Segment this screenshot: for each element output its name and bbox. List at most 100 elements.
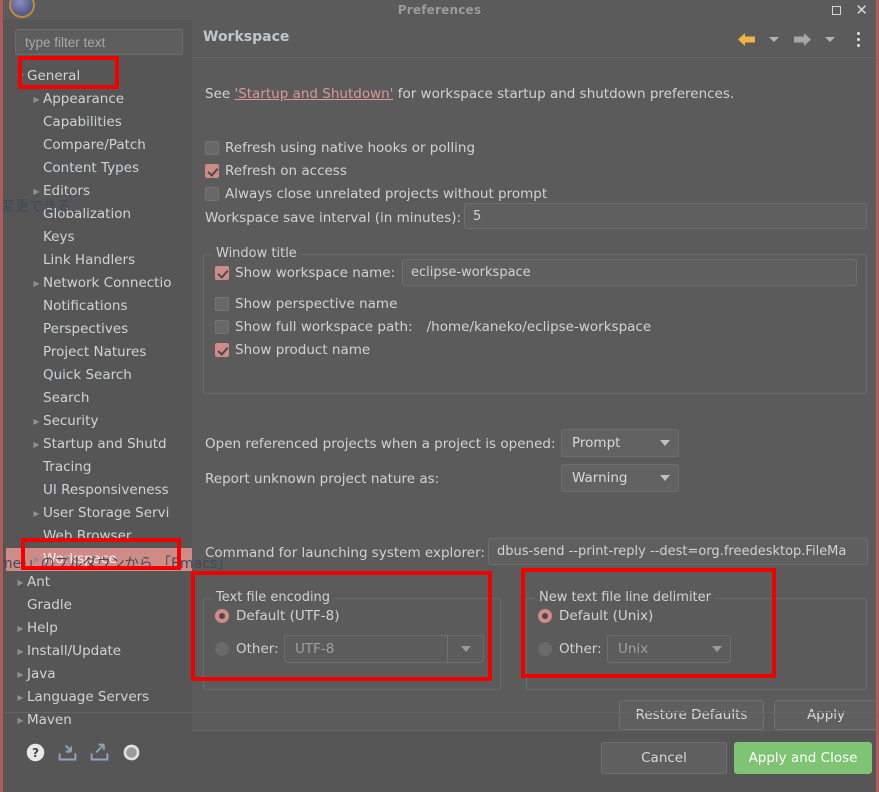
checkbox-label: Show full workspace path:: [235, 319, 413, 335]
workspace-name-input[interactable]: eclipse-workspace: [402, 259, 857, 286]
system-explorer-input[interactable]: dbus-send --print-reply --dest=org.freed…: [488, 538, 868, 565]
chevron-right-icon[interactable]: ▶: [14, 686, 27, 709]
sidebar-item-java[interactable]: ▶ Java: [6, 663, 192, 686]
sidebar-item-content-types[interactable]: ▶Content Types: [6, 157, 192, 180]
checkbox-box[interactable]: [205, 187, 219, 201]
chevron-down-icon[interactable]: [447, 636, 483, 662]
sidebar-item-label: UI Responsiveness: [43, 482, 169, 498]
content-header: Workspace: [192, 20, 876, 58]
encoding-other-dropdown[interactable]: UTF-8: [284, 635, 484, 663]
no-chevron-icon: ▶: [30, 479, 43, 502]
radio-delimiter-other[interactable]: Other:: [538, 641, 602, 657]
report-nature-dropdown[interactable]: Warning: [561, 464, 679, 492]
sidebar-item-label: Keys: [43, 229, 75, 245]
sidebar-item-link-handlers[interactable]: ▶Link Handlers: [6, 249, 192, 272]
chevron-down-icon: [660, 440, 670, 446]
chevron-right-icon[interactable]: ▶: [14, 663, 27, 686]
no-chevron-icon: ▶: [30, 341, 43, 364]
sidebar-item-general[interactable]: ▼ General: [6, 65, 192, 88]
sidebar-item-ant[interactable]: ▶ Ant: [6, 571, 192, 594]
sidebar-item-language-servers[interactable]: ▶ Language Servers: [6, 686, 192, 709]
sidebar-item-perspectives[interactable]: ▶Perspectives: [6, 318, 192, 341]
forward-chevron-down-icon[interactable]: [817, 27, 843, 51]
chevron-right-icon[interactable]: ▶: [30, 410, 43, 433]
radio-button[interactable]: [538, 642, 552, 656]
sidebar-item-label: Gradle: [27, 597, 72, 613]
back-chevron-down-icon[interactable]: [761, 27, 787, 51]
import-icon[interactable]: [57, 742, 78, 763]
sidebar-item-capabilities[interactable]: ▶Capabilities: [6, 111, 192, 134]
sidebar-item-label: Search: [43, 390, 90, 406]
maximize-icon[interactable]: [832, 5, 842, 15]
content-body: See 'Startup and Shutdown' for workspace…: [192, 58, 876, 730]
checkbox-always-close-unrelated[interactable]: Always close unrelated projects without …: [205, 186, 547, 202]
checkbox-refresh-native-hooks[interactable]: Refresh using native hooks or polling: [205, 140, 475, 156]
checkbox-box[interactable]: [215, 266, 229, 280]
cancel-button[interactable]: Cancel: [601, 742, 727, 774]
checkbox-show-workspace-name[interactable]: Show workspace name:: [215, 265, 395, 281]
startup-shutdown-link[interactable]: 'Startup and Shutdown': [234, 86, 393, 102]
preferences-dialog: Preferences ✕ ▼General▶Appearance▶Capabi…: [0, 0, 879, 792]
chevron-right-icon[interactable]: ▶: [14, 640, 27, 663]
apply-and-close-button[interactable]: Apply and Close: [734, 742, 872, 774]
chevron-right-icon[interactable]: ▶: [30, 433, 43, 456]
delimiter-other-dropdown[interactable]: Unix: [607, 635, 731, 663]
restore-defaults-button[interactable]: Restore Defaults: [619, 700, 764, 730]
checkbox-box[interactable]: [215, 343, 229, 357]
close-icon[interactable]: ✕: [855, 2, 868, 18]
checkbox-refresh-on-access[interactable]: Refresh on access: [205, 163, 347, 179]
sidebar-item-label: Network Connectio: [43, 275, 172, 291]
radio-encoding-default[interactable]: Default (UTF-8): [215, 608, 340, 624]
chevron-right-icon[interactable]: ▶: [30, 272, 43, 295]
kebab-menu-icon[interactable]: [845, 27, 871, 51]
sidebar-item-help[interactable]: ▶ Help: [6, 617, 192, 640]
radio-button[interactable]: [538, 609, 552, 623]
radio-button[interactable]: [215, 642, 229, 656]
sidebar-item-network-connectio[interactable]: ▶ Network Connectio: [6, 272, 192, 295]
save-interval-input[interactable]: 5: [464, 203, 867, 229]
chevron-right-icon[interactable]: ▶: [30, 502, 43, 525]
window-controls: ✕: [832, 0, 868, 20]
sidebar-item-keys[interactable]: ▶Keys: [6, 226, 192, 249]
sidebar-item-user-storage-servi[interactable]: ▶ User Storage Servi: [6, 502, 192, 525]
preferences-tree[interactable]: ▼General▶Appearance▶Capabilities▶Compare…: [6, 65, 192, 742]
sidebar-item-install-update[interactable]: ▶ Install/Update: [6, 640, 192, 663]
checkbox-show-product-name[interactable]: Show product name: [215, 342, 370, 358]
description-text: See 'Startup and Shutdown' for workspace…: [205, 86, 734, 102]
sidebar-item-project-natures[interactable]: ▶Project Natures: [6, 341, 192, 364]
forward-arrow-icon[interactable]: [789, 27, 815, 51]
checkbox-box[interactable]: [215, 320, 229, 334]
sidebar-item-notifications[interactable]: ▶Notifications: [6, 295, 192, 318]
sidebar-item-startup-and-shutd[interactable]: ▶ Startup and Shutd: [6, 433, 192, 456]
chevron-right-icon[interactable]: ▶: [30, 88, 43, 111]
dialog-footer: Cancel Apply and Close: [192, 730, 876, 792]
sidebar-item-ui-responsiveness[interactable]: ▶UI Responsiveness: [6, 479, 192, 502]
sidebar-item-security[interactable]: ▶ Security: [6, 410, 192, 433]
radio-delimiter-default[interactable]: Default (Unix): [538, 608, 653, 624]
apply-button[interactable]: Apply: [774, 700, 876, 730]
chevron-right-icon[interactable]: ▶: [14, 617, 27, 640]
checkbox-show-full-workspace-path[interactable]: Show full workspace path: /home/kaneko/e…: [215, 319, 651, 335]
export-icon[interactable]: [89, 742, 110, 763]
open-referenced-dropdown[interactable]: Prompt: [561, 429, 679, 457]
checkbox-box[interactable]: [205, 141, 219, 155]
help-icon[interactable]: ?: [25, 742, 46, 763]
sidebar-item-tracing[interactable]: ▶Tracing: [6, 456, 192, 479]
sidebar-item-quick-search[interactable]: ▶Quick Search: [6, 364, 192, 387]
back-arrow-icon[interactable]: [733, 27, 759, 51]
checkbox-box[interactable]: [215, 297, 229, 311]
checkbox-box[interactable]: [205, 164, 219, 178]
radio-button[interactable]: [215, 609, 229, 623]
filter-input[interactable]: [15, 29, 183, 55]
chevron-right-icon[interactable]: ▶: [14, 571, 27, 594]
sidebar-item-compare-patch[interactable]: ▶Compare/Patch: [6, 134, 192, 157]
sidebar-item-gradle[interactable]: ▶Gradle: [6, 594, 192, 617]
circle-icon[interactable]: [121, 742, 142, 763]
sidebar-item-web-browser[interactable]: ▶Web Browser: [6, 525, 192, 548]
sidebar-item-search[interactable]: ▶Search: [6, 387, 192, 410]
sidebar-item-label: Maven: [27, 712, 72, 728]
checkbox-show-perspective-name[interactable]: Show perspective name: [215, 296, 397, 312]
radio-encoding-other[interactable]: Other:: [215, 641, 279, 657]
chevron-down-icon[interactable]: ▼: [14, 65, 27, 88]
sidebar-item-appearance[interactable]: ▶ Appearance: [6, 88, 192, 111]
